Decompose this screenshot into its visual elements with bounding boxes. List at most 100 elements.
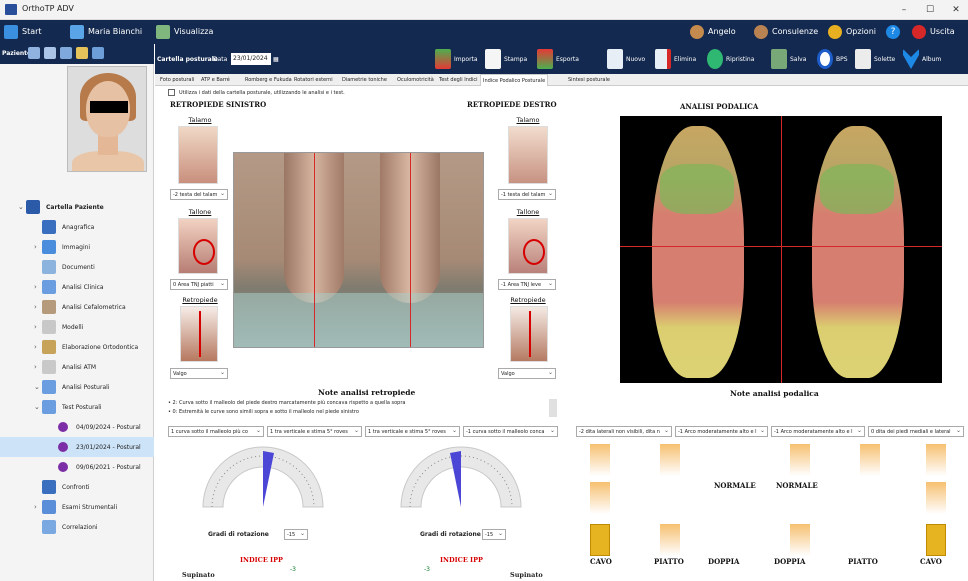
tree-item-documenti[interactable]: Documenti [0, 257, 154, 277]
patient-add-icon[interactable] [60, 47, 72, 59]
nuovo-button[interactable]: Nuovo [607, 44, 645, 74]
foot-icon[interactable] [926, 444, 946, 476]
tab-7[interactable]: Indice Podalico Posturale [480, 74, 549, 86]
tree-item-elaborazione-ortodontica[interactable]: › Elaborazione Ortodontica [0, 337, 154, 357]
tree-item-label: Anagrafica [62, 223, 95, 231]
right-talamo-select[interactable]: -1 testa del talam [498, 189, 556, 200]
tree-item-cartella-paziente[interactable]: ⌄ Cartella Paziente [0, 197, 154, 217]
tree-item-analisi-cefalometrica[interactable]: › Analisi Cefalometrica [0, 297, 154, 317]
patient-folder-icon[interactable] [76, 47, 88, 59]
podalica-select[interactable]: -1 Arco moderatamente alto e l [771, 426, 865, 437]
immagini-icon [42, 240, 56, 254]
retro-select[interactable]: 1 tra verticale e stima 5° roves [365, 426, 460, 437]
left-retropiede-select[interactable]: Valgo [170, 368, 228, 379]
foot-icon[interactable] [790, 444, 810, 476]
chevron-icon[interactable]: ⌄ [34, 403, 42, 411]
tab-4[interactable]: Diametrie toniche [340, 74, 389, 86]
opzioni-button[interactable]: Opzioni [828, 20, 876, 44]
tree-item-esami-strumentali[interactable]: › Esami Strumentali [0, 497, 154, 517]
left-rearfoot-title: RETROPIEDE SINISTRO [170, 100, 267, 109]
patient-search-icon[interactable] [28, 47, 40, 59]
foot-icon[interactable] [926, 482, 946, 514]
stampa-button[interactable]: Stampa [485, 44, 527, 74]
view-icon [156, 25, 170, 39]
tab-0[interactable]: Foto posturali [158, 74, 196, 86]
minimize-icon[interactable]: – [892, 2, 916, 18]
tab-2[interactable]: Romberg e Fukuda [243, 74, 294, 86]
tab-6[interactable]: Test degli Indici [437, 74, 480, 86]
foot-icon[interactable] [790, 524, 810, 556]
tree-item-immagini[interactable]: › Immagini [0, 237, 154, 257]
album-button[interactable]: Album [903, 44, 941, 74]
user-button[interactable]: Maria Bianchi [70, 20, 142, 44]
tree-item-analisi-posturali[interactable]: ⌄ Analisi Posturali [0, 377, 154, 397]
date-field[interactable]: 23/01/2024 [231, 53, 271, 65]
consulenze-button[interactable]: Consulenze [754, 20, 818, 44]
foot-icon[interactable] [590, 482, 610, 514]
retro-select[interactable]: -1 curva sotto il malleolo conca [463, 426, 558, 437]
tree-item-confronti[interactable]: Confronti [0, 477, 154, 497]
tab-1[interactable]: ATP e Barré [199, 74, 232, 86]
chevron-icon[interactable]: ⌄ [34, 383, 42, 391]
tree-item-anagrafica[interactable]: Anagrafica [0, 217, 154, 237]
calendar-icon[interactable]: ▦ [273, 44, 279, 74]
patient-label: Paziente [2, 50, 32, 57]
podalica-select[interactable]: 0 dita dei piedi mediali e lateral [868, 426, 964, 437]
tree-item-analisi-atm[interactable]: › Analisi ATM [0, 357, 154, 377]
chevron-icon[interactable]: › [34, 503, 42, 511]
ripristina-button[interactable]: Ripristina [707, 44, 754, 74]
foot-icon[interactable] [590, 524, 610, 556]
chevron-icon[interactable]: › [34, 243, 42, 251]
use-data-checkbox[interactable] [168, 89, 175, 96]
tree-item-modelli[interactable]: › Modelli [0, 317, 154, 337]
podalica-select[interactable]: -1 Arco moderatamente alto e l [675, 426, 768, 437]
tab-5[interactable]: Oculomotricità [395, 74, 436, 86]
help-button[interactable]: ? [886, 20, 900, 44]
right-retropiede-select[interactable]: Valgo [498, 368, 556, 379]
note-scrollbar[interactable] [549, 399, 557, 417]
tree-item-test-posturali[interactable]: ⌄ Test Posturali [0, 397, 154, 417]
tree-item-postural-2024-09[interactable]: 04/09/2024 - Postural [0, 417, 154, 437]
esporta-button[interactable]: Esporta [537, 44, 579, 74]
patient-doc-icon[interactable] [92, 47, 104, 59]
chevron-icon[interactable]: › [34, 363, 42, 371]
tab-8[interactable]: Sintesi posturale [566, 74, 612, 86]
chevron-icon[interactable]: › [34, 303, 42, 311]
chevron-icon[interactable]: › [34, 323, 42, 331]
retro-select[interactable]: 1 curva sotto il malleolo più co [168, 426, 264, 437]
patient-swap-icon[interactable] [44, 47, 56, 59]
chevron-icon[interactable]: › [34, 343, 42, 351]
left-rotation-select[interactable]: -15 [284, 529, 308, 540]
foot-icon[interactable] [660, 444, 680, 476]
foot-icon[interactable] [860, 444, 880, 476]
tree-item-analisi-clinica[interactable]: › Analisi Clinica [0, 277, 154, 297]
bps-button[interactable]: BPS [817, 44, 848, 74]
foot-icon[interactable] [926, 524, 946, 556]
close-icon[interactable]: ✕ [944, 2, 968, 18]
uscita-button[interactable]: Uscita [912, 20, 955, 44]
right-rotation-select[interactable]: -15 [482, 529, 506, 540]
chevron-icon[interactable]: › [34, 283, 42, 291]
left-talamo-select[interactable]: -2 testa del talam [170, 189, 228, 200]
start-button[interactable]: Start [4, 20, 42, 44]
tree-item-postural-2024-01[interactable]: 23/01/2024 - Postural [0, 437, 154, 457]
tab-3[interactable]: Rotatori esterni [292, 74, 335, 86]
retro-select[interactable]: 1 tra verticale e stima 5° roves [267, 426, 362, 437]
salva-button[interactable]: Salva [771, 44, 806, 74]
foot-icon[interactable] [660, 524, 680, 556]
tree-item-correlazioni[interactable]: Correlazioni [0, 517, 154, 537]
podalica-select[interactable]: -2 dita laterali non visibili, dita n [576, 426, 672, 437]
right-talamo-label: Talamo [516, 116, 540, 124]
solette-button[interactable]: Solette [855, 44, 895, 74]
visualizza-button[interactable]: Visualizza [156, 20, 213, 44]
angelo-button[interactable]: Angelo [690, 20, 736, 44]
importa-button[interactable]: Importa [435, 44, 478, 74]
left-tallone-select[interactable]: 0 Area TNJ piatti [170, 279, 228, 290]
foot-icon[interactable] [590, 444, 610, 476]
right-tallone-select[interactable]: -1 Area TNJ leve [498, 279, 556, 290]
elimina-button[interactable]: Elimina [655, 44, 696, 74]
chevron-icon[interactable]: ⌄ [18, 203, 26, 211]
use-data-row[interactable]: Utilizza i dati della cartella posturale… [168, 89, 345, 96]
maximize-icon[interactable]: ☐ [918, 2, 942, 18]
tree-item-postural-2021[interactable]: 09/06/2021 - Postural [0, 457, 154, 477]
